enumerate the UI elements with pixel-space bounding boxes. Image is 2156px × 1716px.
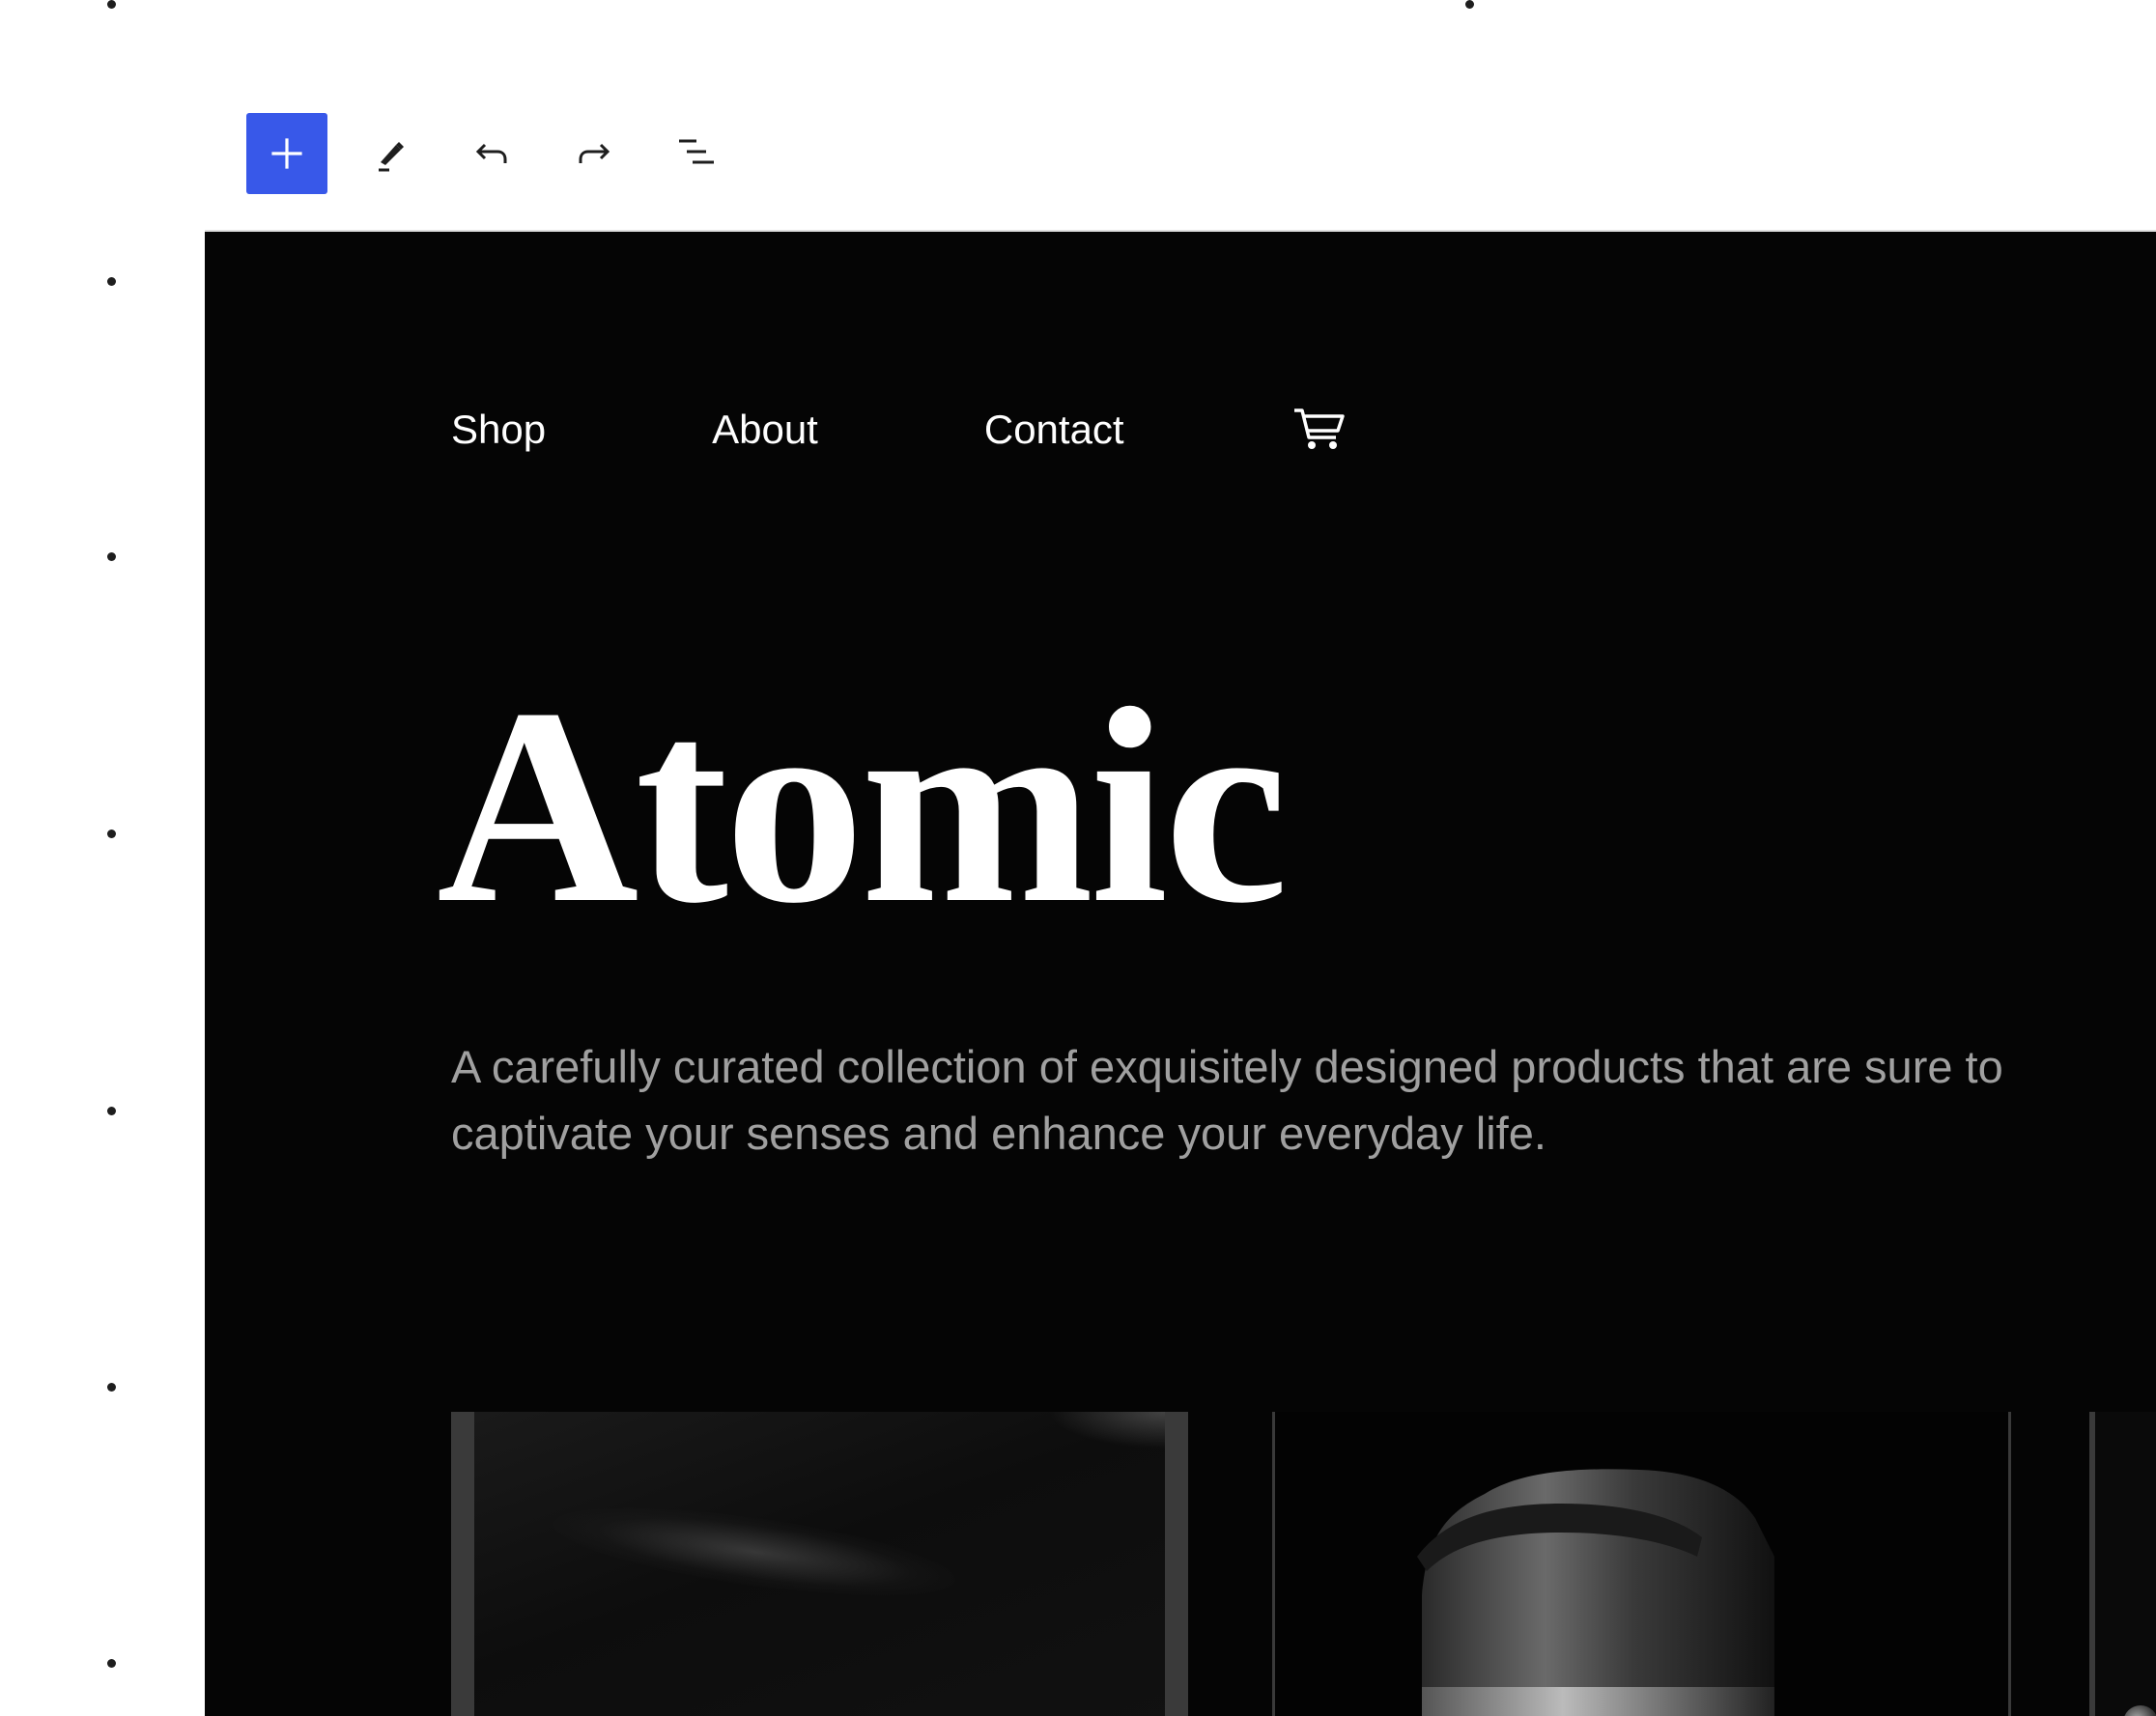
lens-hood-illustration xyxy=(1417,1469,1774,1716)
plus-icon xyxy=(271,138,302,169)
list-view-icon xyxy=(679,139,714,164)
nav-link-shop[interactable]: Shop xyxy=(451,407,546,453)
product-image-1-corner-shadow xyxy=(1049,1412,1165,1449)
product-image-1-highlight xyxy=(549,1490,960,1614)
cart-icon xyxy=(1293,408,1345,449)
redo-button[interactable] xyxy=(553,113,635,194)
editor-toolbar xyxy=(0,0,2156,232)
guide-dot xyxy=(107,1107,116,1115)
cart-button[interactable] xyxy=(1291,401,1348,459)
site-navigation: Shop About Contact xyxy=(451,401,1348,459)
product-image-3-edge xyxy=(2089,1412,2095,1716)
product-image-3[interactable] xyxy=(2089,1412,2156,1716)
nav-link-about[interactable]: About xyxy=(712,407,818,453)
site-tagline[interactable]: A carefully curated collection of exquis… xyxy=(451,1033,2113,1167)
undo-icon xyxy=(475,143,507,163)
product-image-1-photo xyxy=(474,1412,1165,1716)
nav-link-contact[interactable]: Contact xyxy=(984,407,1124,453)
product-image-3-knob xyxy=(2123,1705,2156,1716)
undo-button[interactable] xyxy=(451,113,532,194)
guide-dot xyxy=(107,1383,116,1392)
add-block-button[interactable] xyxy=(246,113,327,194)
redo-icon xyxy=(579,143,610,163)
edit-tool-button[interactable] xyxy=(349,113,430,194)
site-canvas[interactable]: Shop About Contact Atomic A carefully cu… xyxy=(205,232,2156,1716)
product-image-2-edge-right xyxy=(2008,1412,2011,1716)
product-image-2[interactable] xyxy=(1272,1412,2011,1716)
guide-dot xyxy=(107,830,116,838)
product-image-2-edge-left xyxy=(1272,1412,1275,1716)
guide-dot xyxy=(107,552,116,561)
product-image-1[interactable] xyxy=(451,1412,1188,1716)
document-overview-button[interactable] xyxy=(656,113,737,194)
pencil-icon xyxy=(379,142,404,172)
editor-stage: Shop About Contact Atomic A carefully cu… xyxy=(0,0,2156,1716)
site-title[interactable]: Atomic xyxy=(437,666,1289,946)
guide-dot xyxy=(107,277,116,286)
guide-dot xyxy=(107,1659,116,1668)
